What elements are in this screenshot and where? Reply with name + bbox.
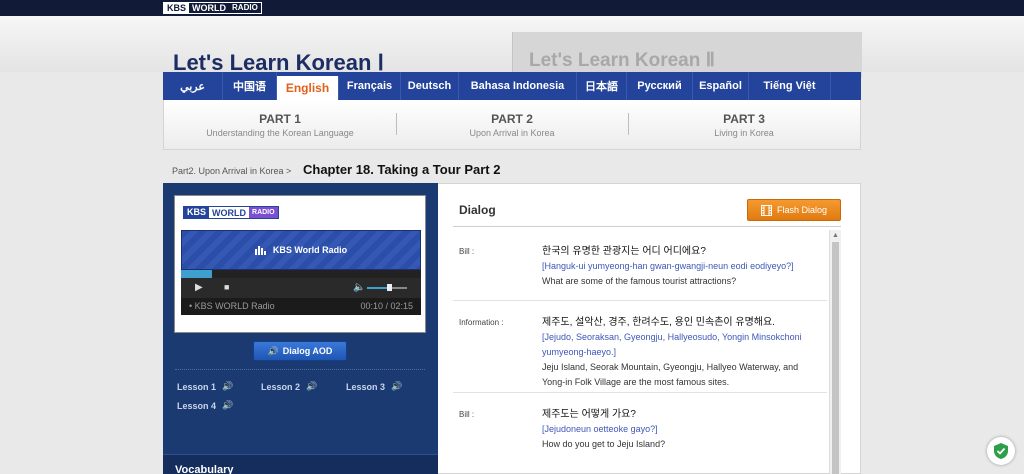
top-bar: KBS WORLD RADIO [0, 0, 1024, 16]
lesson-link[interactable]: Lesson 2 🔊 [261, 381, 317, 392]
language-tab[interactable]: Русский [627, 72, 693, 100]
player-banner: KBS World Radio [181, 230, 421, 270]
part-navigation: PART 1 Understanding the Korean Language P… [163, 100, 861, 150]
language-tab[interactable]: Bahasa Indonesia [459, 72, 577, 100]
divider [175, 369, 425, 370]
part-number: PART 2 [491, 112, 533, 126]
lesson-link[interactable]: Lesson 3 🔊 [346, 381, 402, 392]
volume-slider-handle[interactable] [387, 284, 392, 291]
flash-dialog-button[interactable]: Flash Dialog [747, 199, 841, 221]
speaker-icon: 🔊 [267, 345, 279, 356]
audio-player: KBS WORLD RADIO KBS World Radio ▶ ■ 🔈 • … [174, 195, 426, 333]
security-shield-button[interactable] [987, 437, 1015, 465]
dialog-texts: 제주도, 설악산, 경주, 한려수도, 용인 민속촌이 유명해요. [Jejudo… [542, 315, 822, 390]
korean-line: 제주도, 설악산, 경주, 한려수도, 용인 민속촌이 유명해요. [542, 317, 775, 328]
left-panel: KBS WORLD RADIO KBS World Radio ▶ ■ 🔈 • … [163, 183, 438, 474]
player-logo-radio: RADIO [249, 207, 278, 218]
dialog-entry: Bill : 한국의 유명한 관광지는 어디 어디에요? [Hanguk-ui yu… [453, 230, 827, 300]
page-header: Let's Learn Korean Ⅰ Let's Learn Korean … [0, 16, 1024, 78]
dialog-texts: 한국의 유명한 관광지는 어디 어디에요? [Hanguk-ui yumyeong… [542, 244, 822, 289]
lesson-label: Lesson 4 [177, 400, 217, 411]
film-icon [760, 204, 772, 216]
part-tab-3[interactable]: PART 3 Living in Korea [628, 100, 860, 149]
part-tab-2[interactable]: PART 2 Upon Arrival in Korea [396, 100, 628, 149]
romanization-line: [Jejudo, Seoraksan, Gyeongju, Hallyeosud… [542, 332, 802, 357]
speaker-icon[interactable]: 🔊 [391, 381, 402, 392]
part-description: Upon Arrival in Korea [469, 128, 555, 138]
language-tab[interactable]: Tiếng Việt [749, 72, 831, 100]
language-tab[interactable]: English [277, 76, 339, 100]
speaker-name: Information : [459, 318, 504, 327]
part-number: PART 3 [723, 112, 765, 126]
player-logo-kbs: KBS [184, 207, 210, 218]
dialog-aod-label: Dialog AOD [282, 346, 333, 356]
player-progress-bar[interactable] [181, 270, 421, 278]
dialog-title: Dialog [459, 203, 496, 217]
korean-line: 제주도는 어떻게 가요? [542, 409, 636, 420]
dialog-texts: 제주도는 어떻게 가요? [Jejudoneun oetteoke gayo?] H… [542, 407, 822, 452]
language-tab[interactable]: Français [339, 72, 401, 100]
kbs-world-radio-logo[interactable]: KBS WORLD RADIO [163, 2, 262, 14]
lesson-label: Lesson 1 [177, 381, 217, 392]
english-line: What are some of the famous tourist attr… [542, 276, 737, 286]
language-bar: عربي 中国语 English Français Deutsch Bahasa Indo… [163, 72, 861, 100]
dialog-scrollbar[interactable]: ▲ [829, 230, 841, 474]
language-tab[interactable]: 中国语 [223, 72, 277, 100]
dialog-content: Bill : 한국의 유명한 관광지는 어디 어디에요? [Hanguk-ui yu… [453, 230, 827, 474]
speaker-icon[interactable]: 🔊 [222, 381, 233, 392]
player-banner-label: KBS World Radio [272, 245, 348, 255]
equalizer-icon [254, 246, 266, 255]
tab-lets-learn-korean-2-label: Let's Learn Korean Ⅱ [529, 50, 715, 71]
language-tab[interactable]: 日本語 [577, 72, 627, 100]
player-station-label: • KBS WORLD Radio [189, 301, 275, 311]
player-status: • KBS WORLD Radio 00:10 / 02:15 [181, 298, 421, 315]
lesson-link[interactable]: Lesson 4 🔊 [177, 400, 233, 411]
breadcrumb[interactable]: Part2. Upon Arrival in Korea > [172, 166, 291, 176]
scroll-up-icon[interactable]: ▲ [832, 232, 839, 239]
lesson-label: Lesson 2 [261, 381, 301, 392]
shield-check-icon [994, 443, 1008, 459]
part-number: PART 1 [259, 112, 301, 126]
dialog-panel: Dialog Flash Dialog Bill : 한국의 유명한 관광지는 어… [438, 183, 861, 474]
stop-icon[interactable]: ■ [224, 282, 229, 292]
part-tab-1[interactable]: PART 1 Understanding the Korean Language [164, 100, 396, 149]
page-title: Chapter 18. Taking a Tour Part 2 [303, 162, 501, 177]
logo-kbs: KBS [164, 3, 190, 13]
speaker-icon[interactable]: 🔊 [222, 400, 233, 411]
lesson-label: Lesson 3 [346, 381, 386, 392]
divider [453, 226, 841, 227]
lesson-link[interactable]: Lesson 1 🔊 [177, 381, 233, 392]
play-icon[interactable]: ▶ [195, 282, 203, 293]
vocabulary-section: Vocabulary [163, 454, 438, 474]
scrollbar-thumb[interactable] [832, 242, 839, 474]
speaker-name: Bill : [459, 410, 475, 419]
volume-icon[interactable]: 🔈 [353, 282, 365, 293]
dialog-entry: Bill : 제주도는 어떻게 가요? [Jejudoneun oetteoke g… [453, 392, 827, 462]
vocabulary-heading: Vocabulary [175, 464, 234, 474]
volume-fill [367, 287, 387, 289]
korean-line: 한국의 유명한 관광지는 어디 어디에요? [542, 246, 706, 257]
english-line: How do you get to Jeju Island? [542, 439, 666, 449]
speaker-name: Bill : [459, 247, 475, 256]
player-time: 00:10 / 02:15 [360, 301, 413, 311]
dialog-entry: Information : 제주도, 설악산, 경주, 한려수도, 용인 민속촌이… [453, 300, 827, 392]
flash-dialog-label: Flash Dialog [776, 205, 828, 215]
romanization-line: [Jejudoneun oetteoke gayo?] [542, 424, 658, 434]
speaker-icon[interactable]: 🔊 [306, 381, 317, 392]
dialog-aod-button[interactable]: 🔊 Dialog AOD [253, 341, 347, 361]
language-tab[interactable]: Español [693, 72, 749, 100]
language-tab[interactable]: عربي [163, 72, 223, 100]
logo-world: WORLD [192, 3, 227, 13]
part-description: Living in Korea [714, 128, 774, 138]
romanization-line: [Hanguk-ui yumyeong-han gwan-gwangji-neu… [542, 261, 794, 271]
part-description: Understanding the Korean Language [206, 128, 354, 138]
language-tab[interactable]: Deutsch [401, 72, 459, 100]
english-line: Jeju Island, Seorak Mountain, Gyeongju, … [542, 362, 799, 387]
player-logo: KBS WORLD RADIO [183, 206, 279, 219]
logo-radio: RADIO [232, 3, 258, 12]
player-logo-world: WORLD [212, 207, 247, 218]
player-controls: ▶ ■ 🔈 [181, 278, 421, 298]
player-progress-fill [181, 270, 212, 278]
